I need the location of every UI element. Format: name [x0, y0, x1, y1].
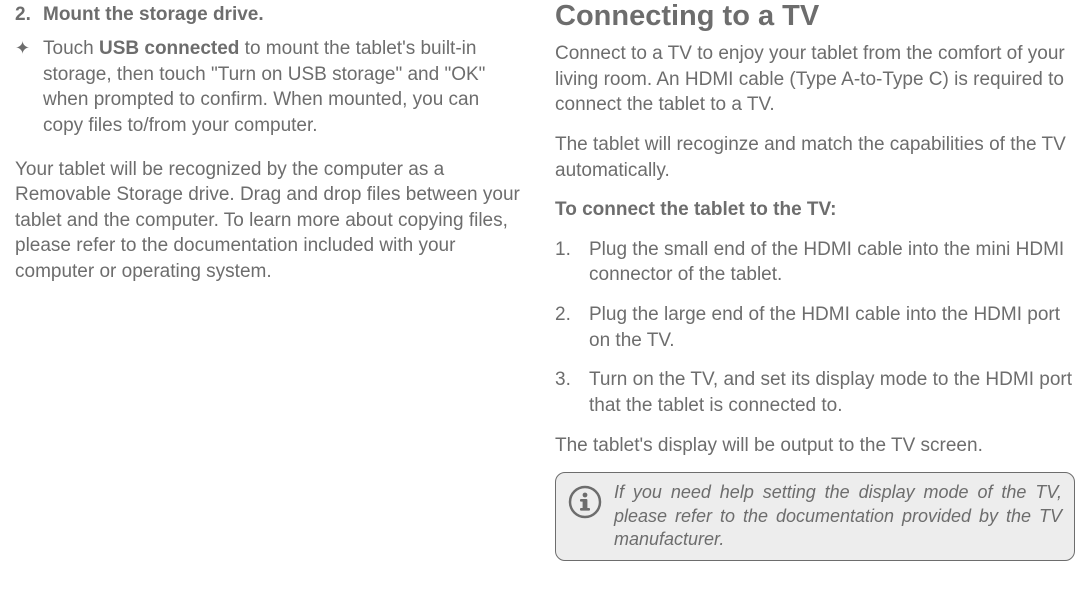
note-box: If you need help setting the display mod… — [555, 472, 1075, 560]
tv-step-1: 1.Plug the small end of the HDMI cable i… — [555, 237, 1075, 288]
note-text: If you need help setting the display mod… — [614, 481, 1062, 551]
tv-step-3: 3.Turn on the TV, and set its display mo… — [555, 367, 1075, 418]
right-p4: The tablet's display will be output to t… — [555, 433, 1075, 459]
step-2-subitem-text: Touch USB connected to mount the tablet'… — [43, 36, 523, 139]
usb-connected-label: USB connected — [99, 38, 239, 59]
tv-step-2-text: Plug the large end of the HDMI cable int… — [589, 302, 1075, 353]
tv-step-2-num: 2. — [555, 302, 589, 353]
info-icon — [568, 485, 602, 519]
tv-step-3-num: 3. — [555, 367, 589, 418]
left-paragraph: Your tablet will be recognized by the co… — [15, 157, 523, 285]
step-2-subitem: ✦ Touch USB connected to mount the table… — [15, 36, 523, 139]
tv-steps-list: 1.Plug the small end of the HDMI cable i… — [555, 237, 1075, 419]
step-2-heading: 2.Mount the storage drive. — [15, 4, 523, 26]
step-2-sublist: ✦ Touch USB connected to mount the table… — [15, 36, 523, 139]
right-p1: Connect to a TV to enjoy your tablet fro… — [555, 41, 1075, 118]
tv-step-1-num: 1. — [555, 237, 589, 288]
tv-step-2: 2.Plug the large end of the HDMI cable i… — [555, 302, 1075, 353]
right-p2: The tablet will recoginze and match the … — [555, 132, 1075, 183]
connecting-to-tv-title: Connecting to a TV — [555, 0, 1075, 33]
tv-step-3-text: Turn on the TV, and set its display mode… — [589, 367, 1075, 418]
tv-step-1-text: Plug the small end of the HDMI cable int… — [589, 237, 1075, 288]
touch-label: Touch — [43, 38, 99, 59]
step-2-number: 2. — [15, 4, 43, 26]
step-2-title: Mount the storage drive. — [43, 4, 264, 25]
four-point-star-icon: ✦ — [15, 36, 43, 139]
right-p3: To connect the tablet to the TV: — [555, 197, 1075, 223]
